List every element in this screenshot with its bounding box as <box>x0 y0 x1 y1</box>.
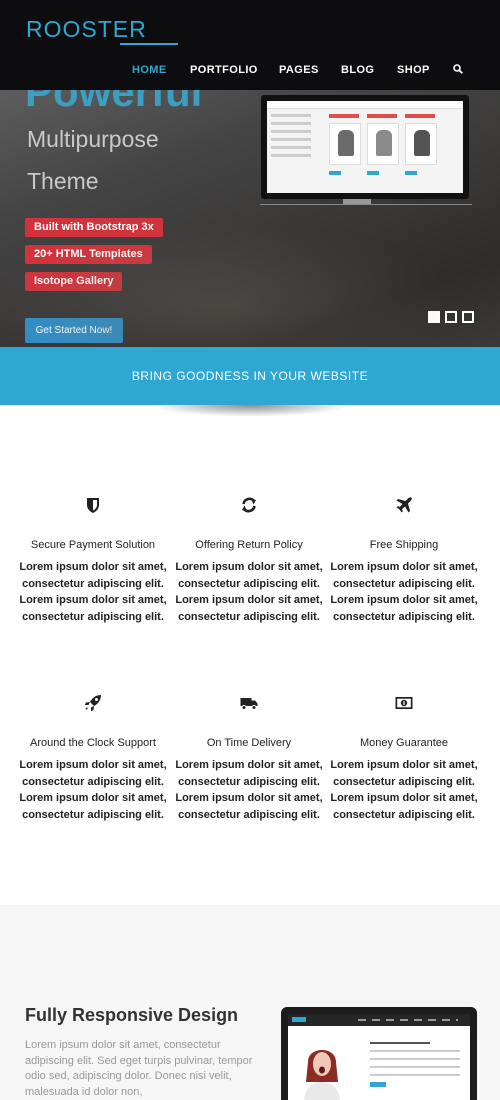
hero-heading: Powerful <box>25 90 203 115</box>
banner-text: BRING GOODNESS IN YOUR WEBSITE <box>131 369 369 383</box>
banner-shadow <box>150 405 350 417</box>
logo-underline <box>120 43 178 45</box>
feature-free-shipping: Free Shipping Lorem ipsum dolor sit amet… <box>326 496 482 625</box>
money-icon <box>395 697 413 709</box>
tablet-screen <box>288 1014 470 1100</box>
refresh-icon <box>242 497 256 513</box>
nav-portfolio[interactable]: PORTFOLIO <box>190 64 258 76</box>
hero-slider: Powerful Multipurpose Theme Built with B… <box>0 90 500 347</box>
monitor-screen <box>267 101 463 193</box>
slider-dot-1[interactable] <box>428 311 440 323</box>
badge-templates: 20+ HTML Templates <box>25 245 152 264</box>
feature-desc: Lorem ipsum dolor sit amet, consectetur … <box>19 561 167 623</box>
feature-title: Around the Clock Support <box>30 737 156 749</box>
nav-blog[interactable]: BLOG <box>341 64 374 76</box>
feature-desc: Lorem ipsum dolor sit amet, consectetur … <box>330 759 478 821</box>
feature-title: Secure Payment Solution <box>30 539 156 551</box>
feature-delivery: On Time Delivery Lorem ipsum dolor sit a… <box>171 694 327 823</box>
main-nav: HOME PORTFOLIO PAGES BLOG SHOP <box>0 64 500 80</box>
monitor-mockup <box>261 95 469 199</box>
person-image <box>304 1050 340 1100</box>
feature-support: Around the Clock Support Lorem ipsum dol… <box>15 694 171 823</box>
responsive-text: Lorem ipsum dolor sit amet, consectetur … <box>25 1039 253 1098</box>
responsive-title: Fully Responsive Design <box>25 1005 239 1025</box>
feature-title: Free Shipping <box>369 539 439 551</box>
feature-title: On Time Delivery <box>206 737 292 749</box>
feature-desc: Lorem ipsum dolor sit amet, consectetur … <box>175 759 323 821</box>
feature-secure-payment: Secure Payment Solution Lorem ipsum dolo… <box>15 496 171 625</box>
feature-desc: Lorem ipsum dolor sit amet, consectetur … <box>19 759 167 821</box>
tablet-mockup <box>281 1007 477 1100</box>
get-started-button[interactable]: Get Started Now! <box>25 318 123 343</box>
site-logo[interactable]: ROOSTER <box>26 16 147 43</box>
hero-line-1: Multipurpose <box>27 126 159 152</box>
feature-desc: Lorem ipsum dolor sit amet, consectetur … <box>330 561 478 623</box>
feature-money-guarantee: Money Guarantee Lorem ipsum dolor sit am… <box>326 694 482 823</box>
badge-bootstrap: Built with Bootstrap 3x <box>25 218 163 237</box>
hero-line-2: Theme <box>27 168 99 194</box>
slider-dot-3[interactable] <box>462 311 474 323</box>
badge-isotope: Isotope Gallery <box>25 272 123 291</box>
search-icon[interactable] <box>453 64 463 74</box>
feature-title: Money Guarantee <box>359 737 449 749</box>
rocket-icon <box>84 695 101 712</box>
slider-dot-2[interactable] <box>445 311 457 323</box>
feature-title: Offering Return Policy <box>195 539 303 551</box>
shield-icon <box>87 498 99 513</box>
plane-icon <box>396 497 412 513</box>
monitor-base <box>260 204 472 205</box>
tagline-banner: BRING GOODNESS IN YOUR WEBSITE <box>0 347 500 405</box>
nav-shop[interactable]: SHOP <box>397 64 430 76</box>
site-header: ROOSTER HOME PORTFOLIO PAGES BLOG SHOP <box>0 0 500 90</box>
truck-icon <box>240 698 258 710</box>
nav-home[interactable]: HOME <box>132 64 167 76</box>
nav-pages[interactable]: PAGES <box>279 64 319 76</box>
feature-desc: Lorem ipsum dolor sit amet, consectetur … <box>175 561 323 623</box>
feature-return-policy: Offering Return Policy Lorem ipsum dolor… <box>171 496 327 625</box>
